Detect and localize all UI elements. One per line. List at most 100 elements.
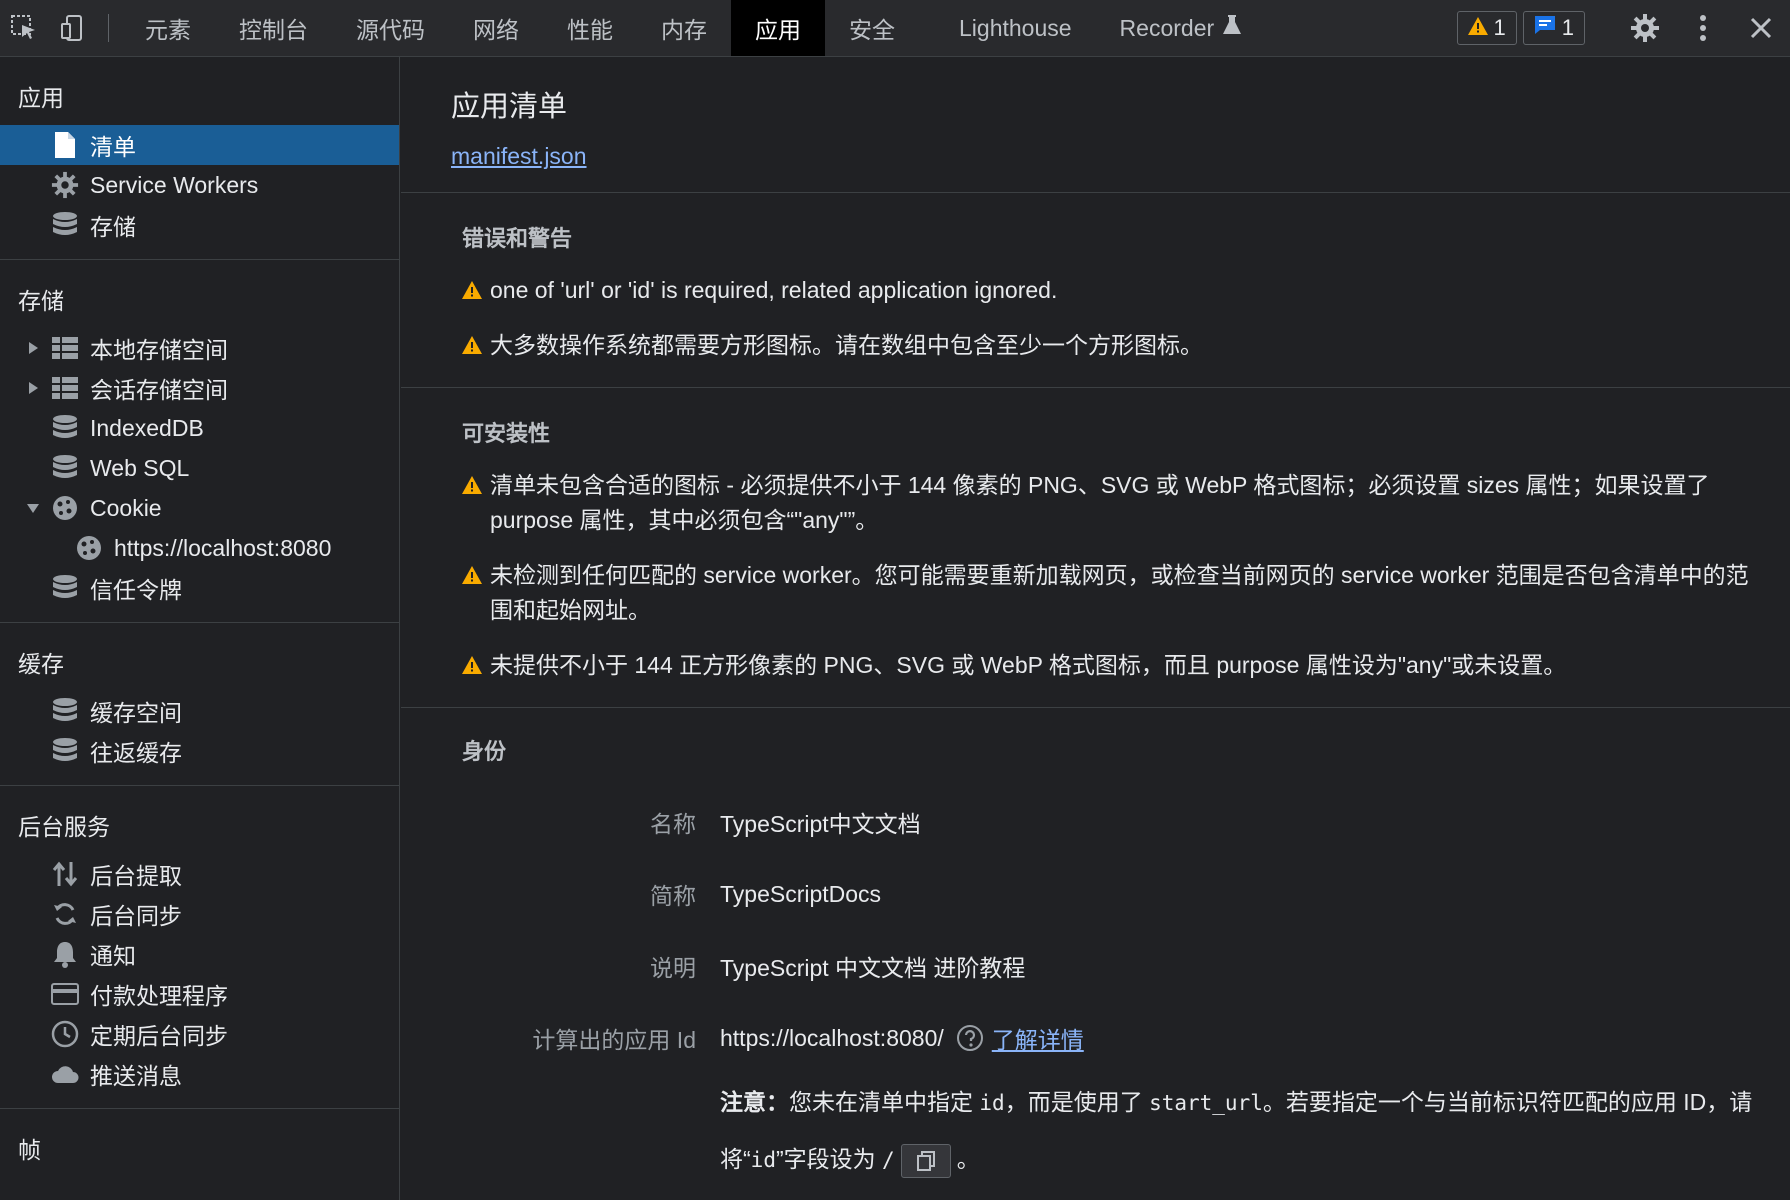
sidebar-section-title: 后台服务 [18,814,110,840]
toolbar-divider [108,14,109,42]
manifest-link[interactable]: manifest.json [451,143,587,169]
warning-text: 未提供不小于 144 正方形像素的 PNG、SVG 或 WebP 格式图标，而且… [490,652,1567,678]
sidebar-item-cookie[interactable]: Cookie [0,488,399,528]
tab-elements[interactable]: 元素 [121,0,215,56]
chevron-down-icon[interactable] [26,501,40,515]
field-value: TypeScript 中文文档 进阶教程 [720,955,1026,981]
sidebar-item-service-workers[interactable]: Service Workers [0,165,399,205]
note-code: start_url [1149,1091,1263,1115]
sidebar-section-background-services: 后台服务 后台提取 后台同步 通知 付款处理程序 定期后台同步 推送消息 [0,786,399,1109]
sidebar-section-storage: 存储 本地存储空间 会话存储空间 IndexedDB Web SQL Cooki… [0,260,399,623]
sidebar-item-background-sync[interactable]: 后台同步 [0,894,399,934]
message-icon [1534,15,1556,41]
sidebar-item-label: Web SQL [90,454,190,481]
tab-memory[interactable]: 内存 [637,0,731,56]
table-icon [50,333,80,363]
sidebar-item-label: Cookie [90,494,162,521]
devtools-toolbar: 元素 控制台 源代码 网络 性能 内存 应用 安全 Lighthouse Rec… [0,0,1790,57]
bell-icon [50,939,80,969]
sidebar-item-cookie-origin[interactable]: https://localhost:8080 [0,528,399,568]
table-icon [50,373,80,403]
learn-more-link[interactable]: 了解详情 [992,1021,1084,1055]
section-title: 错误和警告 [462,226,573,251]
device-toolbar-icon[interactable] [48,0,96,56]
database-icon [50,413,80,443]
sidebar-item-label: 定期后台同步 [90,1023,228,1049]
close-icon[interactable] [1732,0,1790,56]
warning-message: 大多数操作系统都需要方形图标。请在数组中包含至少一个方形图标。 [462,328,1760,363]
warning-count-badge[interactable]: 1 [1456,11,1517,45]
page-title: 应用清单 [451,91,568,123]
sync-icon [50,899,80,929]
cloud-icon [50,1059,80,1089]
app-id-value: https://localhost:8080/ [720,1024,944,1051]
sidebar-item-trust-tokens[interactable]: 信任令牌 [0,568,399,608]
identity-row-name: 名称 TypeScript中文文档 [462,786,1760,858]
sidebar-item-indexeddb[interactable]: IndexedDB [0,408,399,448]
sidebar-item-storage[interactable]: 存储 [0,205,399,245]
sidebar-item-local-storage[interactable]: 本地存储空间 [0,328,399,368]
field-value: https://localhost:8080/ 了解详情 [720,1021,1084,1055]
application-sidebar: 应用 清单 Service Workers 存储 存储 本地存储空间 会话存储空… [0,57,400,1200]
tab-sources[interactable]: 源代码 [332,0,449,56]
warning-message: 清单未包含合适的图标 - 必须提供不小于 144 像素的 PNG、SVG 或 W… [462,468,1760,538]
chevron-right-icon[interactable] [26,381,40,395]
sidebar-item-payment-handler[interactable]: 付款处理程序 [0,974,399,1014]
sidebar-item-label: 清单 [90,134,136,160]
message-count-badge[interactable]: 1 [1522,11,1585,45]
tab-performance[interactable]: 性能 [543,0,637,56]
tab-application[interactable]: 应用 [731,0,825,56]
manifest-header: 应用清单 manifest.json [401,57,1790,193]
sidebar-item-periodic-sync[interactable]: 定期后台同步 [0,1014,399,1054]
warning-text: 清单未包含合适的图标 - 必须提供不小于 144 像素的 PNG、SVG 或 W… [490,472,1710,533]
clock-icon [50,1019,80,1049]
field-value: TypeScriptDocs [720,880,882,907]
field-label: 简称 [650,883,696,909]
file-icon [50,130,80,160]
tab-security[interactable]: 安全 [825,0,919,56]
sidebar-item-background-fetch[interactable]: 后台提取 [0,854,399,894]
warning-icon [462,476,482,494]
tab-network[interactable]: 网络 [449,0,543,56]
field-label: 计算出的应用 Id [532,1027,696,1053]
sidebar-item-web-sql[interactable]: Web SQL [0,448,399,488]
warning-icon [462,566,482,584]
chevron-right-icon[interactable] [26,341,40,355]
sidebar-item-session-storage[interactable]: 会话存储空间 [0,368,399,408]
inspect-element-icon[interactable] [0,0,48,56]
sidebar-item-label: 推送消息 [90,1063,182,1089]
sidebar-section-cache: 缓存 缓存空间 往返缓存 [0,623,399,786]
note-label: 注意： [720,1089,789,1115]
sidebar-item-notifications[interactable]: 通知 [0,934,399,974]
warning-message: 未检测到任何匹配的 service worker。您可能需要重新加载网页，或检查… [462,558,1760,628]
panel-tabs: 元素 控制台 源代码 网络 性能 内存 应用 安全 Lighthouse Rec… [121,0,1266,56]
sidebar-item-manifest[interactable]: 清单 [0,125,399,165]
identity-row-description: 说明 TypeScript 中文文档 进阶教程 [462,930,1760,1002]
help-icon[interactable] [956,1024,984,1052]
sidebar-item-push-messaging[interactable]: 推送消息 [0,1054,399,1094]
copy-button[interactable] [900,1143,951,1178]
tab-console[interactable]: 控制台 [215,0,332,56]
tab-recorder[interactable]: Recorder [1096,0,1267,56]
section-title: 身份 [462,739,507,764]
sidebar-item-label: 后台同步 [90,903,182,929]
gear-icon[interactable] [1616,0,1674,56]
sidebar-section-title: 存储 [18,288,64,314]
field-label: 名称 [650,811,696,837]
sidebar-item-label: 存储 [90,214,136,240]
note-code: / [882,1148,895,1172]
sidebar-section-title: 缓存 [18,651,64,677]
warning-text: 大多数操作系统都需要方形图标。请在数组中包含至少一个方形图标。 [490,332,1203,358]
database-icon [50,453,80,483]
tab-lighthouse[interactable]: Lighthouse [919,0,1096,56]
installability-section: 可安装性 清单未包含合适的图标 - 必须提供不小于 144 像素的 PNG、SV… [401,388,1790,708]
note-code: id [750,1148,776,1172]
sidebar-item-label: 缓存空间 [90,700,182,726]
sidebar-item-back-forward-cache[interactable]: 往返缓存 [0,731,399,771]
field-value: TypeScript中文文档 [720,811,921,837]
note-code: id [979,1091,1005,1115]
more-options-icon[interactable] [1674,0,1732,56]
database-icon [50,696,80,726]
sidebar-section-title[interactable]: 帧 [0,1123,399,1177]
sidebar-item-cache-storage[interactable]: 缓存空间 [0,691,399,731]
